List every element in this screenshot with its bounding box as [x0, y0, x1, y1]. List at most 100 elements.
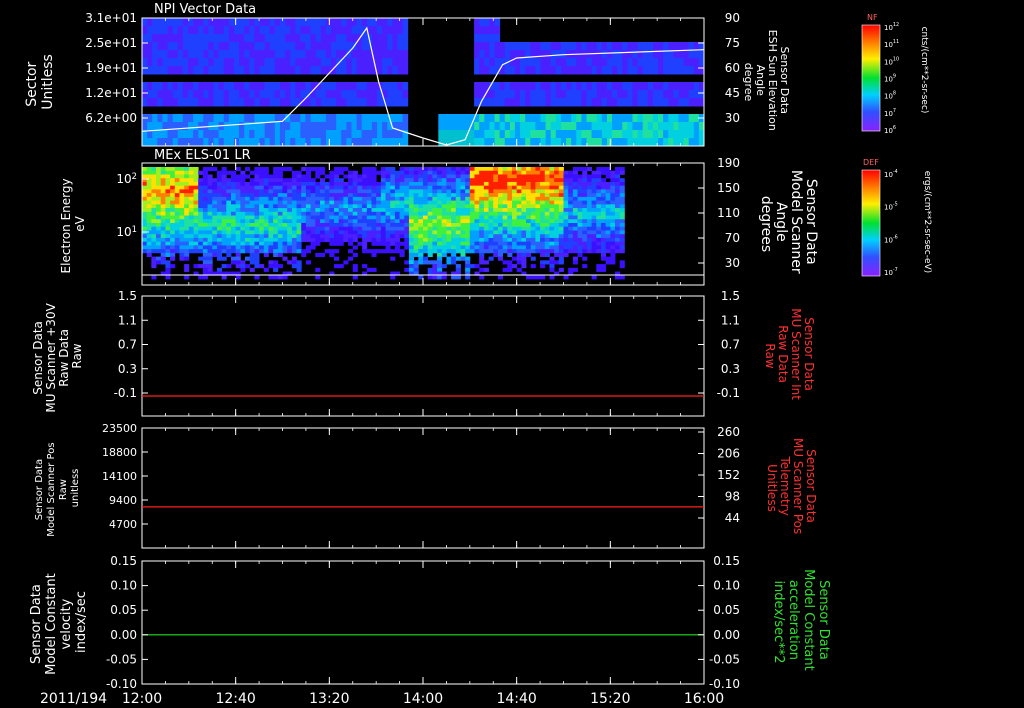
heat-cell [488, 181, 494, 187]
heat-cell [596, 211, 602, 216]
heat-cell [516, 234, 522, 239]
heat-cell [596, 193, 602, 198]
heat-cell [520, 130, 526, 139]
heat-cell [566, 130, 572, 139]
heat-cell [336, 26, 342, 35]
heat-cell [514, 90, 521, 99]
heat-cell [152, 50, 158, 59]
heat-cell [338, 241, 344, 246]
heat-cell [362, 237, 368, 243]
heat-cell [198, 114, 204, 123]
heat-cell [259, 234, 265, 239]
heat-cell [165, 252, 171, 257]
heat-cell [348, 223, 354, 228]
heat-cell [223, 90, 230, 99]
heat-cell [296, 174, 302, 179]
heat-cell [385, 174, 391, 179]
heat-cell [277, 245, 283, 250]
heat-cell [223, 34, 230, 43]
heat-cell [544, 219, 550, 224]
heat-cell [203, 26, 209, 35]
heat-cell [239, 42, 245, 51]
heat-cell [249, 26, 255, 35]
heat-cell [479, 178, 485, 183]
heat-cell [174, 174, 180, 179]
heat-cell [244, 98, 250, 107]
heat-cell [245, 185, 251, 190]
heat-cell [610, 230, 616, 235]
y-tick-label: 14100 [102, 470, 137, 483]
heat-cell [596, 230, 602, 235]
heat-cell [678, 114, 685, 123]
heat-cell [427, 196, 433, 201]
heat-cell [348, 200, 354, 205]
heat-cell [254, 82, 261, 91]
y-right-tick-label: 260 [717, 425, 740, 439]
heat-cell [606, 66, 613, 75]
heat-cell [568, 219, 574, 224]
heat-cell [688, 138, 695, 147]
heat-cell [291, 181, 297, 187]
heat-cell [458, 130, 465, 139]
heat-cell [572, 189, 578, 194]
heat-cell [483, 167, 489, 172]
heat-cell [228, 58, 235, 67]
heat-cell [688, 66, 695, 75]
heat-cell [413, 185, 419, 190]
heat-cell [142, 204, 148, 209]
heat-cell [591, 189, 597, 194]
heat-cell [463, 122, 470, 131]
heat-cell [394, 226, 400, 231]
heat-cell [279, 82, 286, 91]
heat-cell [601, 90, 608, 99]
heat-cell [310, 208, 316, 213]
heat-cell [291, 264, 297, 269]
heat-cell [310, 18, 317, 27]
heat-cell [216, 223, 223, 228]
heat-cell [509, 122, 516, 131]
heat-cell [264, 98, 271, 107]
heat-cell [530, 230, 536, 235]
heat-cell [502, 204, 508, 209]
heat-cell [460, 193, 466, 198]
heat-cell [511, 234, 518, 239]
heat-cell [305, 196, 311, 201]
heat-cell [451, 223, 457, 228]
heat-cell [596, 167, 602, 172]
heat-cell [465, 234, 471, 239]
heat-cell [427, 230, 433, 235]
heat-cell [348, 196, 354, 201]
heat-cell [555, 90, 562, 99]
heat-cell [554, 211, 560, 216]
heat-cell [619, 200, 625, 205]
heat-cell [357, 204, 363, 209]
heat-cell [493, 170, 499, 175]
heat-cell [157, 50, 163, 59]
heat-cell [301, 196, 307, 201]
heat-cell [264, 50, 271, 59]
heat-cell [555, 130, 562, 139]
heat-cell [549, 245, 555, 250]
heat-cell [274, 98, 281, 107]
heat-cell [600, 237, 607, 243]
heat-cell [223, 50, 230, 59]
heat-cell [568, 189, 574, 194]
heat-cell [610, 211, 616, 216]
heat-cell [619, 237, 625, 243]
heat-cell [572, 178, 578, 183]
heat-cell [525, 130, 531, 139]
heat-cell [516, 226, 522, 231]
heat-cell [310, 215, 316, 220]
heat-cell [245, 167, 251, 172]
heat-cell [516, 219, 522, 224]
heat-cell [216, 230, 223, 235]
heat-cell [151, 226, 157, 231]
heat-cell [474, 196, 480, 201]
heat-cell [334, 219, 340, 224]
heat-cell [507, 193, 513, 198]
heat-cell [268, 196, 274, 201]
heat-cell [366, 18, 373, 27]
heat-cell [622, 138, 628, 147]
heat-cell [572, 170, 578, 175]
heat-cell [530, 264, 536, 269]
